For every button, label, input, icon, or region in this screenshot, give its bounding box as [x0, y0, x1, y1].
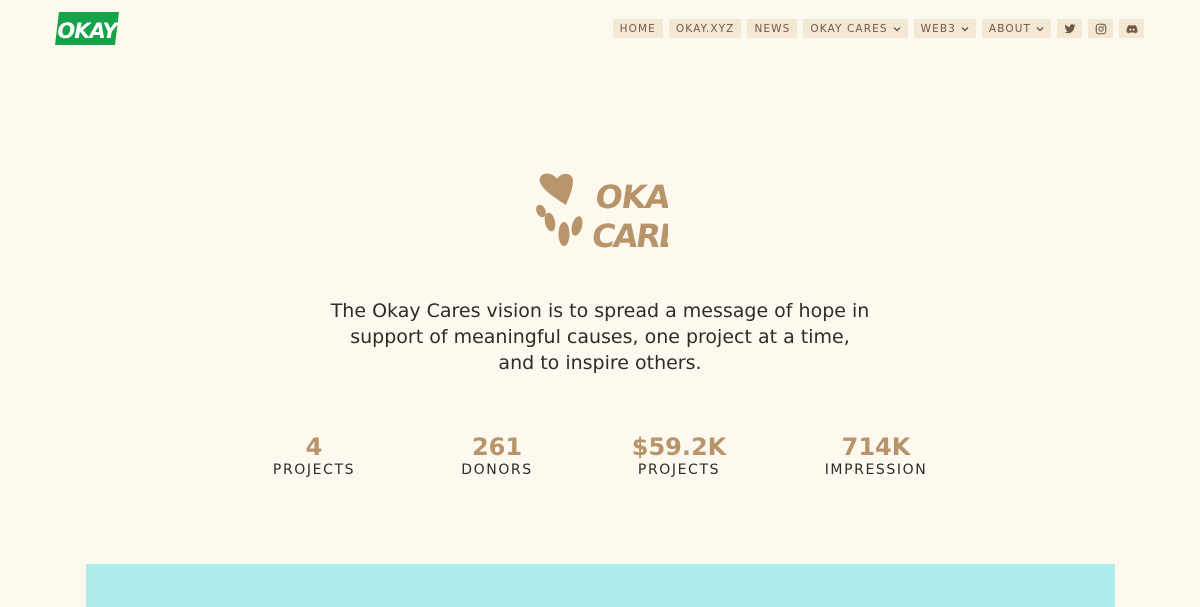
stat-donors: 261 DONORS — [461, 432, 533, 478]
nav-home[interactable]: HOME — [612, 19, 663, 38]
discord-icon — [1126, 24, 1137, 33]
stat-value: 714K — [841, 433, 911, 461]
nav-news[interactable]: NEWS — [747, 19, 798, 38]
stat-label: IMPRESSION — [824, 462, 928, 478]
stat-impressions: 714K IMPRESSION — [825, 432, 928, 478]
stat-label: PROJECTS — [272, 462, 356, 478]
brand-line-cares: CARES — [589, 217, 668, 252]
stat-amount-raised: $59.2K PROJECTS — [632, 432, 727, 478]
twitter-icon — [1064, 23, 1075, 33]
top-navigation: HOME OKAY.XYZ NEWS OKAY CARES WEB3 ABOUT — [612, 19, 1144, 38]
discord-link[interactable] — [1119, 19, 1144, 38]
nav-web3-label: WEB3 — [920, 22, 956, 35]
nav-okay-xyz[interactable]: OKAY.XYZ — [668, 19, 742, 38]
nav-okay-xyz-label: OKAY.XYZ — [675, 22, 735, 35]
nav-web3[interactable]: WEB3 — [913, 19, 976, 38]
nav-home-label: HOME — [619, 22, 656, 35]
nav-about[interactable]: ABOUT — [981, 19, 1051, 38]
teal-section — [86, 564, 1115, 607]
stat-label: DONORS — [461, 462, 533, 478]
okay-logo[interactable]: OKAY — [55, 12, 119, 45]
instagram-link[interactable] — [1088, 19, 1113, 38]
stat-value: 4 — [305, 433, 323, 461]
stat-projects: 4 PROJECTS — [273, 432, 355, 478]
nav-about-label: ABOUT — [988, 22, 1031, 35]
instagram-icon — [1095, 23, 1106, 34]
stat-value: $59.2K — [631, 433, 727, 461]
paw-heart-icon — [536, 173, 583, 246]
chevron-down-icon — [1036, 26, 1044, 31]
stat-value: 261 — [471, 433, 523, 461]
stat-label: PROJECTS — [637, 462, 721, 478]
vision-statement: The Okay Cares vision is to spread a mes… — [330, 300, 870, 374]
brand-line-okay: OKAY — [593, 178, 668, 216]
nav-news-label: NEWS — [754, 22, 791, 35]
nav-okay-cares[interactable]: OKAY CARES — [803, 19, 908, 38]
svg-text:OKAY: OKAY — [57, 19, 119, 43]
chevron-down-icon — [961, 26, 969, 31]
nav-okay-cares-label: OKAY CARES — [810, 22, 888, 35]
twitter-link[interactable] — [1057, 19, 1082, 38]
chevron-down-icon — [893, 26, 901, 31]
okay-cares-logo: OKAY CARES — [536, 173, 668, 252]
